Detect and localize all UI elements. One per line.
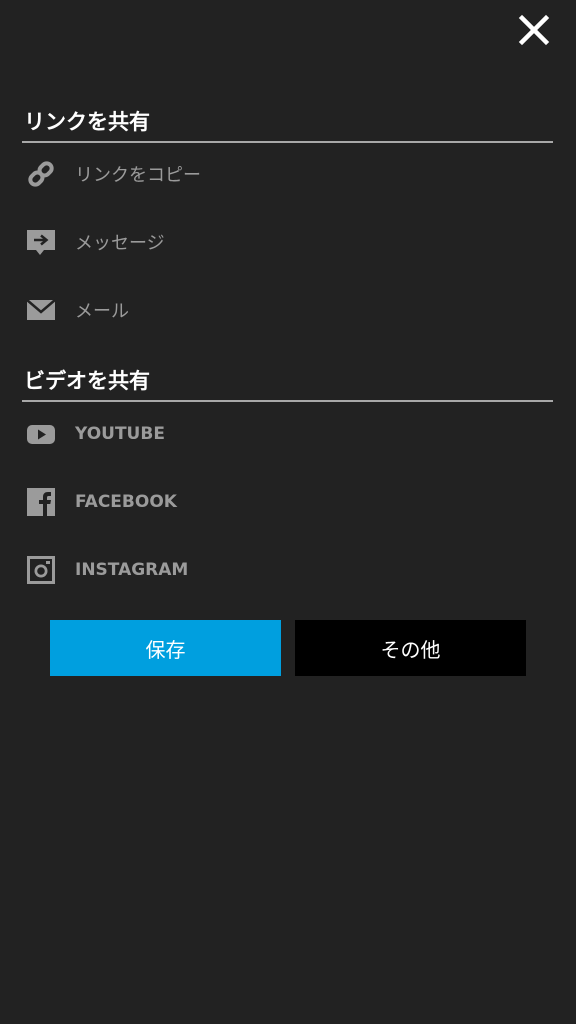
facebook-item[interactable]: FACEBOOK <box>26 482 506 522</box>
share-link-section: リンクを共有 <box>22 107 553 143</box>
youtube-item[interactable]: YOUTUBE <box>26 414 506 454</box>
youtube-icon <box>26 419 56 449</box>
link-icon <box>26 159 56 189</box>
share-video-title: ビデオを共有 <box>24 369 150 393</box>
mail-label: メール <box>75 301 129 322</box>
copy-link-item[interactable]: リンクをコピー <box>26 154 506 194</box>
instagram-icon <box>26 555 56 585</box>
close-button[interactable] <box>516 12 552 48</box>
facebook-icon <box>26 487 56 517</box>
message-item[interactable]: メッセージ <box>26 222 506 262</box>
other-button[interactable]: その他 <box>295 620 526 676</box>
mail-icon <box>26 295 56 325</box>
copy-link-label: リンクをコピー <box>75 165 201 186</box>
share-link-title: リンクを共有 <box>24 110 150 134</box>
share-sheet: リンクを共有 リンクをコピー メッセージ メール ビデオを共有 YOUTUBE … <box>0 0 576 1024</box>
instagram-item[interactable]: INSTAGRAM <box>26 550 506 590</box>
share-video-divider <box>22 400 553 402</box>
mail-item[interactable]: メール <box>26 290 506 330</box>
message-label: メッセージ <box>75 233 165 254</box>
close-icon <box>518 14 550 46</box>
share-video-section: ビデオを共有 <box>22 366 553 402</box>
instagram-label: INSTAGRAM <box>75 560 189 580</box>
youtube-label: YOUTUBE <box>75 424 165 444</box>
facebook-label: FACEBOOK <box>75 492 177 512</box>
message-icon <box>26 227 56 257</box>
save-button[interactable]: 保存 <box>50 620 281 676</box>
share-link-divider <box>22 141 553 143</box>
